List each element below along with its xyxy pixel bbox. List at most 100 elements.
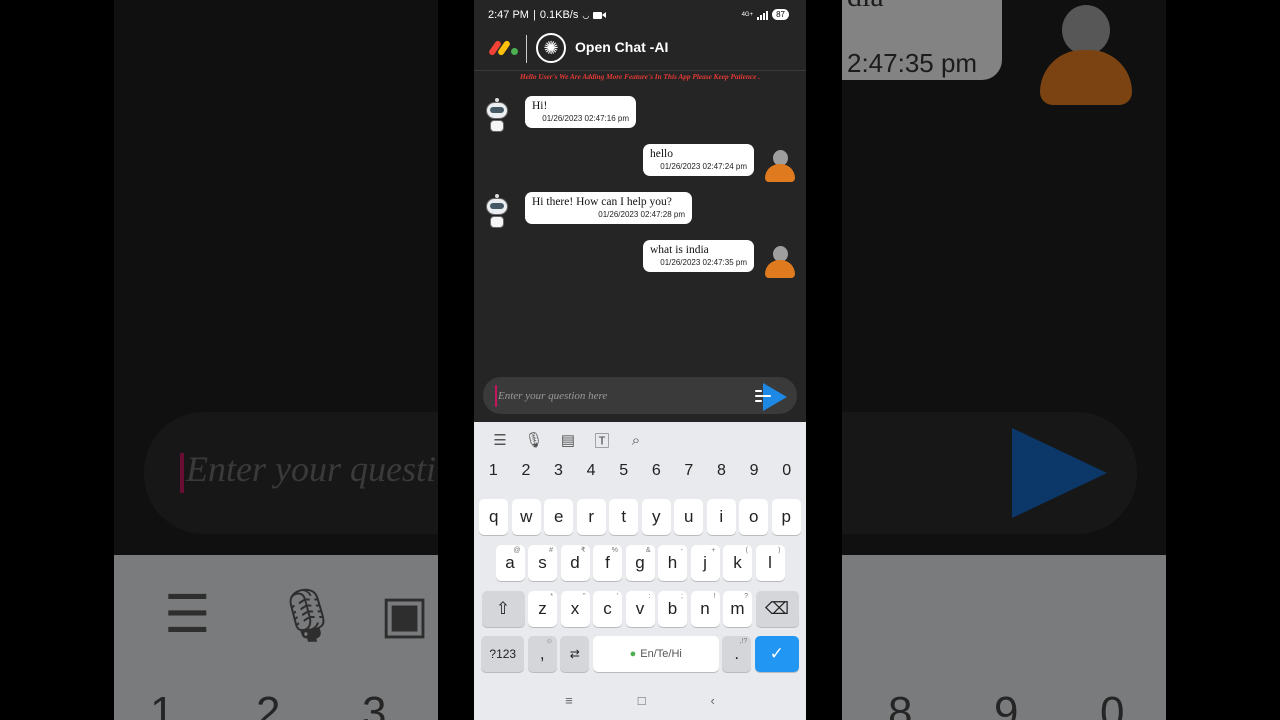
bg-num-8: 8 bbox=[888, 688, 913, 720]
key-2[interactable]: 2 bbox=[511, 462, 541, 480]
key-row-1: q w e r t y u i o p bbox=[474, 499, 806, 535]
comma-key[interactable]: ☺, bbox=[527, 636, 557, 672]
key-0[interactable]: 0 bbox=[772, 462, 802, 480]
question-input[interactable] bbox=[495, 385, 750, 407]
app-bar: ✺ Open Chat -AI bbox=[474, 30, 806, 71]
backspace-key[interactable]: ⌫ bbox=[755, 591, 799, 627]
key-4[interactable]: 4 bbox=[576, 462, 606, 480]
check-icon: ✓ bbox=[769, 644, 784, 663]
key-b[interactable]: ; b bbox=[658, 591, 687, 627]
key-c[interactable]: ' c bbox=[593, 591, 622, 627]
message-timestamp: 01/26/2023 02:47:28 pm bbox=[598, 210, 685, 219]
key-m[interactable]: ? m bbox=[723, 591, 752, 627]
text-icon[interactable]: 🅃 bbox=[590, 430, 614, 451]
translate-icon: ⇄ bbox=[569, 647, 580, 661]
mic-icon[interactable]: 🎙 bbox=[522, 431, 546, 449]
back-icon[interactable]: ‹ bbox=[711, 693, 715, 708]
key-row-3: ⇧ * z " x ' c :v ; b ! n ? m ⌫ bbox=[474, 591, 806, 627]
key-e[interactable]: e bbox=[544, 499, 574, 535]
bg-send-icon bbox=[1012, 428, 1107, 518]
bg-user-avatar bbox=[1040, 5, 1132, 105]
key-8[interactable]: 8 bbox=[706, 462, 736, 480]
bg-time-fragment: 2:47:35 pm bbox=[847, 48, 978, 78]
key-p[interactable]: p bbox=[771, 499, 801, 535]
key-9[interactable]: 9 bbox=[739, 462, 769, 480]
app-title: Open Chat -AI bbox=[575, 39, 669, 55]
key-v[interactable]: :v bbox=[625, 591, 655, 627]
notice-banner: Hello User's We Are Adding More Feature'… bbox=[519, 72, 761, 81]
key-o[interactable]: o bbox=[739, 499, 769, 535]
period-key[interactable]: ,!?. bbox=[722, 636, 752, 672]
key-row-4: ?123 ☺, ⇄ ● En/Te/Hi ,!?. ✓ bbox=[474, 636, 806, 672]
bot-message: Hi! 01/26/2023 02:47:16 pm bbox=[525, 96, 636, 128]
key-a[interactable]: @ a bbox=[495, 545, 525, 581]
key-l[interactable]: ) l bbox=[755, 545, 785, 581]
backspace-icon: ⌫ bbox=[764, 599, 790, 618]
key-7[interactable]: 7 bbox=[674, 462, 704, 480]
search-icon[interactable]: ⌕ bbox=[624, 432, 648, 449]
status-time: 2:47 PM bbox=[488, 9, 529, 21]
key-h[interactable]: -h bbox=[658, 545, 687, 581]
battery-icon: 87 bbox=[772, 9, 789, 20]
wifi-icon: ◡ bbox=[582, 10, 590, 20]
key-y[interactable]: y bbox=[641, 499, 671, 535]
bg-menu-icon: ☰ bbox=[164, 586, 211, 644]
background-zoom-left: Enter your questi ☰ 🎙 ▣ 1 2 3 bbox=[114, 0, 438, 720]
keyboard-toolbar: ☰ 🎙 ▤ 🅃 ⌕ bbox=[474, 422, 806, 458]
key-u[interactable]: u bbox=[674, 499, 704, 535]
user-avatar bbox=[764, 246, 796, 282]
key-5[interactable]: 5 bbox=[609, 462, 639, 480]
key-j[interactable]: + j bbox=[690, 545, 720, 581]
key-k[interactable]: (k bbox=[723, 545, 752, 581]
nav-bar: ≡ □ ‹ bbox=[474, 680, 806, 720]
message-text: hello bbox=[650, 148, 673, 160]
keyboard: ☰ 🎙 ▤ 🅃 ⌕ 1 2 3 4 5 6 7 8 9 0 q w e r t … bbox=[474, 422, 806, 680]
background-zoom-right: dia 2:47:35 pm 8 9 0 bbox=[842, 0, 1166, 720]
message-timestamp: 01/26/2023 02:47:24 pm bbox=[660, 162, 747, 171]
key-i[interactable]: i bbox=[706, 499, 736, 535]
user-message: what is india 01/26/2023 02:47:35 pm bbox=[643, 240, 754, 272]
key-t[interactable]: t bbox=[609, 499, 639, 535]
bg-num-9: 9 bbox=[994, 688, 1019, 720]
bg-placeholder-text: Enter your questi bbox=[180, 448, 436, 493]
status-speed: 0.1KB/s bbox=[539, 9, 579, 21]
key-g[interactable]: & g bbox=[625, 545, 655, 581]
key-d[interactable]: ₹ d bbox=[560, 545, 590, 581]
symbols-key[interactable]: ?123 bbox=[481, 636, 525, 672]
send-icon bbox=[763, 383, 787, 411]
space-key[interactable]: ● En/Te/Hi bbox=[592, 636, 719, 672]
network-type: 4G+ bbox=[741, 11, 754, 18]
enter-key[interactable]: ✓ bbox=[754, 636, 799, 672]
message-text: Hi! bbox=[532, 100, 548, 112]
message-timestamp: 01/26/2023 02:47:35 pm bbox=[660, 258, 747, 267]
language-key[interactable]: ⇄ bbox=[560, 636, 590, 672]
phone-screen: 2:47 PM | 0.1KB/s ◡ 4G+ 87 ✺ Open Chat -… bbox=[474, 0, 806, 720]
user-avatar bbox=[764, 150, 796, 186]
recents-icon[interactable]: ≡ bbox=[565, 693, 573, 708]
clipboard-icon[interactable]: ▤ bbox=[556, 431, 580, 449]
message-timestamp: 01/26/2023 02:47:16 pm bbox=[542, 114, 629, 123]
key-z[interactable]: * z bbox=[528, 591, 557, 627]
bg-num-1: 1 bbox=[150, 688, 175, 720]
shift-icon: ⇧ bbox=[495, 599, 511, 618]
bg-num-2: 2 bbox=[256, 688, 281, 720]
key-1[interactable]: 1 bbox=[478, 462, 508, 480]
message-text: Hi there! How can I help you? bbox=[532, 196, 672, 208]
bg-mic-icon: 🎙 bbox=[274, 587, 341, 645]
menu-icon[interactable]: ☰ bbox=[488, 431, 512, 449]
key-w[interactable]: w bbox=[511, 499, 541, 535]
key-6[interactable]: 6 bbox=[641, 462, 671, 480]
signal-icon bbox=[757, 10, 769, 20]
key-f[interactable]: % f bbox=[593, 545, 622, 581]
key-s[interactable]: # s bbox=[528, 545, 557, 581]
number-row: 1 2 3 4 5 6 7 8 9 0 bbox=[474, 462, 806, 480]
key-3[interactable]: 3 bbox=[543, 462, 573, 480]
key-x[interactable]: " x bbox=[560, 591, 590, 627]
key-n[interactable]: ! n bbox=[690, 591, 720, 627]
send-button[interactable] bbox=[755, 381, 789, 411]
home-icon[interactable]: □ bbox=[638, 693, 646, 708]
shift-key[interactable]: ⇧ bbox=[481, 591, 525, 627]
bot-avatar bbox=[482, 194, 514, 234]
key-r[interactable]: r bbox=[576, 499, 606, 535]
key-q[interactable]: q bbox=[479, 499, 509, 535]
